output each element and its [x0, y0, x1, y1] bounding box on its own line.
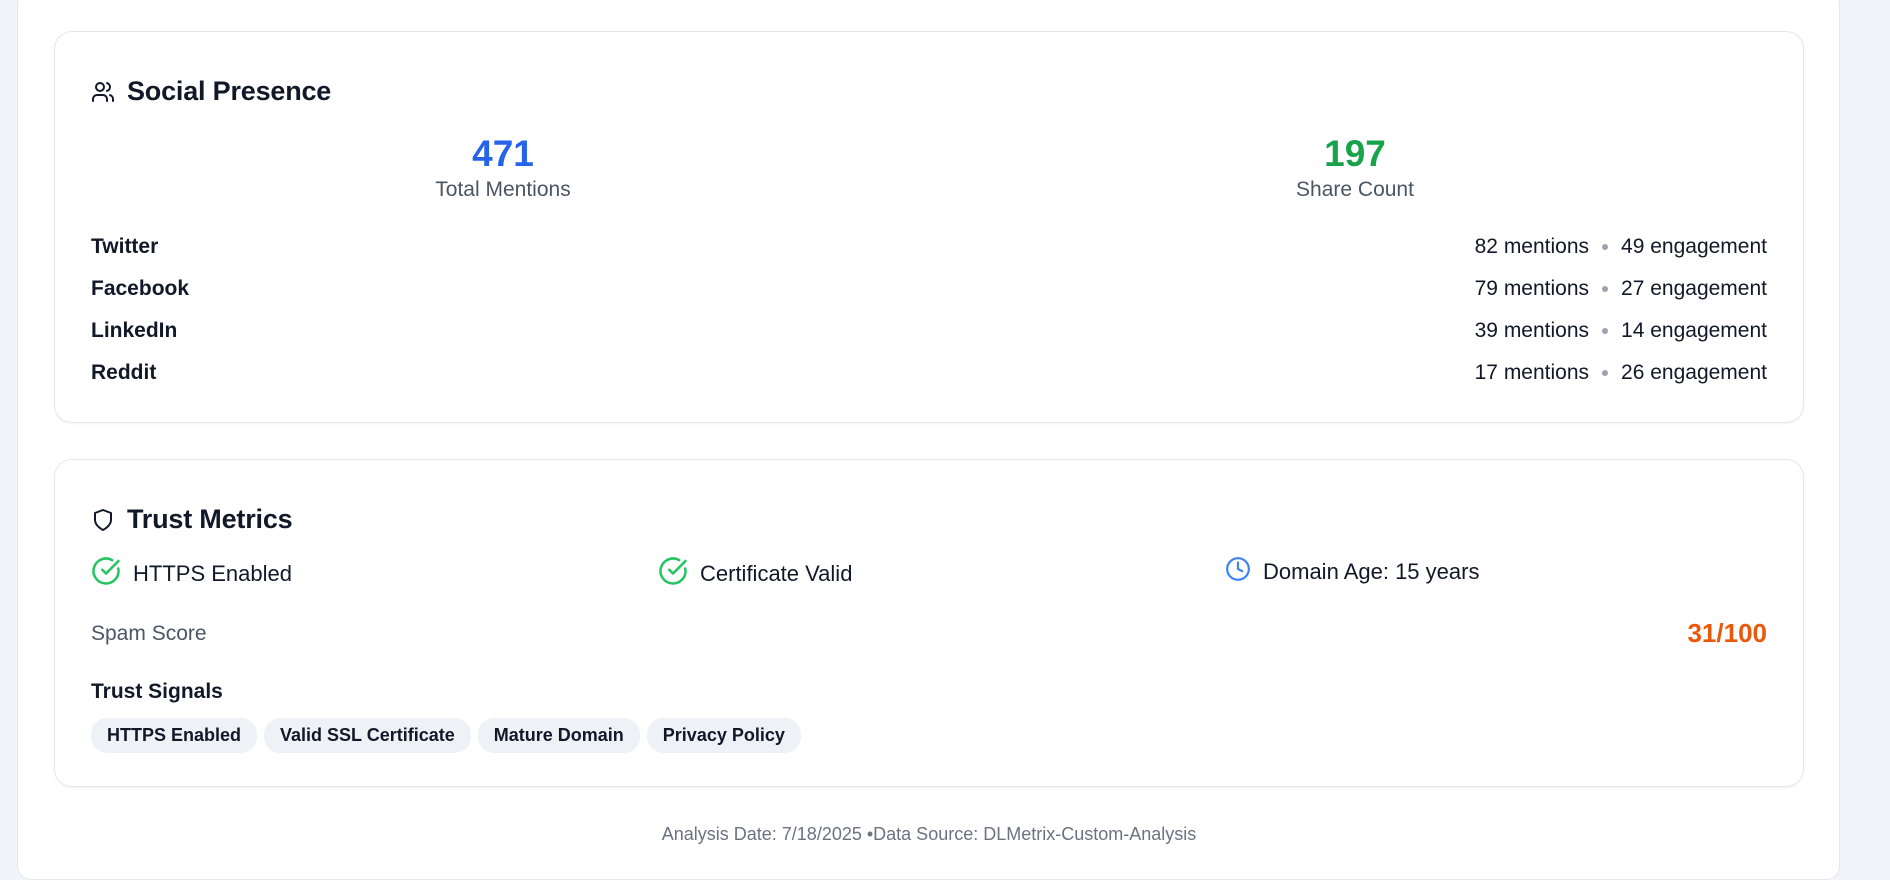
domain-age-status: Domain Age: 15 years: [1225, 556, 1479, 588]
platform-mentions: 82 mentions: [1474, 235, 1590, 258]
trust-metrics-title: Trust Metrics: [127, 504, 293, 534]
spam-score-value: 31/100: [1687, 618, 1767, 648]
spam-score-label: Spam Score: [91, 621, 207, 645]
total-mentions-label: Total Mentions: [435, 178, 571, 201]
separator-dot: [1602, 286, 1609, 292]
platform-row-facebook: Facebook 79 mentions 27 engagement: [91, 274, 1767, 304]
trust-signal-badge: Valid SSL Certificate: [264, 718, 471, 753]
trust-metrics-card: Trust Metrics HTTPS Enabled Certificate …: [54, 459, 1804, 787]
spam-score-row: Spam Score 31/100: [91, 618, 1767, 649]
platform-stats: 82 mentions 49 engagement: [1475, 235, 1767, 259]
platform-name: Reddit: [91, 361, 157, 384]
clock-icon: [1225, 556, 1251, 588]
analysis-footer: Analysis Date: 7/18/2025 •Data Source: D…: [661, 824, 1197, 844]
domain-age-label: Domain Age: 15 years: [1263, 559, 1480, 584]
trust-metrics-header: Trust Metrics: [91, 504, 293, 535]
total-mentions-stat: 471 Total Mentions: [303, 132, 703, 202]
check-circle-icon: [658, 556, 688, 592]
platform-name: Twitter: [91, 235, 159, 258]
trust-signals-heading: Trust Signals: [91, 680, 223, 703]
platform-row-reddit: Reddit 17 mentions 26 engagement: [91, 358, 1767, 388]
platform-stats: 79 mentions 27 engagement: [1475, 277, 1767, 301]
social-presence-title: Social Presence: [127, 76, 332, 106]
certificate-status: Certificate Valid: [658, 556, 852, 592]
platform-engagement: 49 engagement: [1621, 235, 1767, 258]
platform-engagement: 27 engagement: [1621, 277, 1767, 300]
trust-signal-badge: Privacy Policy: [646, 718, 801, 753]
total-mentions-value: 471: [472, 133, 534, 174]
social-presence-card: Social Presence 471 Total Mentions 197 S…: [54, 31, 1804, 423]
users-icon: [91, 80, 115, 104]
share-count-stat: 197 Share Count: [1155, 132, 1555, 202]
platform-name: Facebook: [91, 277, 190, 300]
share-count-value: 197: [1324, 133, 1386, 174]
platform-row-linkedin: LinkedIn 39 mentions 14 engagement: [91, 316, 1767, 346]
platform-engagement: 26 engagement: [1621, 361, 1767, 384]
platform-stats: 39 mentions 14 engagement: [1475, 319, 1767, 343]
platform-mentions: 39 mentions: [1474, 319, 1590, 342]
platform-name: LinkedIn: [91, 319, 178, 342]
platform-stats: 17 mentions 26 engagement: [1475, 361, 1767, 385]
separator-dot: [1602, 370, 1609, 376]
separator-dot: [1602, 328, 1609, 334]
check-circle-icon: [91, 556, 121, 592]
platform-mentions: 79 mentions: [1474, 277, 1590, 300]
separator-dot: [1602, 244, 1609, 250]
shield-icon: [91, 508, 115, 532]
trust-signal-badge: HTTPS Enabled: [91, 718, 258, 753]
platform-row-twitter: Twitter 82 mentions 49 engagement: [91, 232, 1767, 262]
platform-mentions: 17 mentions: [1474, 361, 1590, 384]
certificate-status-label: Certificate Valid: [700, 561, 853, 586]
social-presence-header: Social Presence: [91, 76, 331, 107]
platform-engagement: 14 engagement: [1621, 319, 1767, 342]
trust-signals-list: HTTPS Enabled Valid SSL Certificate Matu…: [91, 718, 801, 753]
https-status: HTTPS Enabled: [91, 556, 292, 592]
share-count-label: Share Count: [1296, 178, 1414, 201]
https-status-label: HTTPS Enabled: [133, 561, 292, 586]
trust-signal-badge: Mature Domain: [477, 718, 640, 753]
